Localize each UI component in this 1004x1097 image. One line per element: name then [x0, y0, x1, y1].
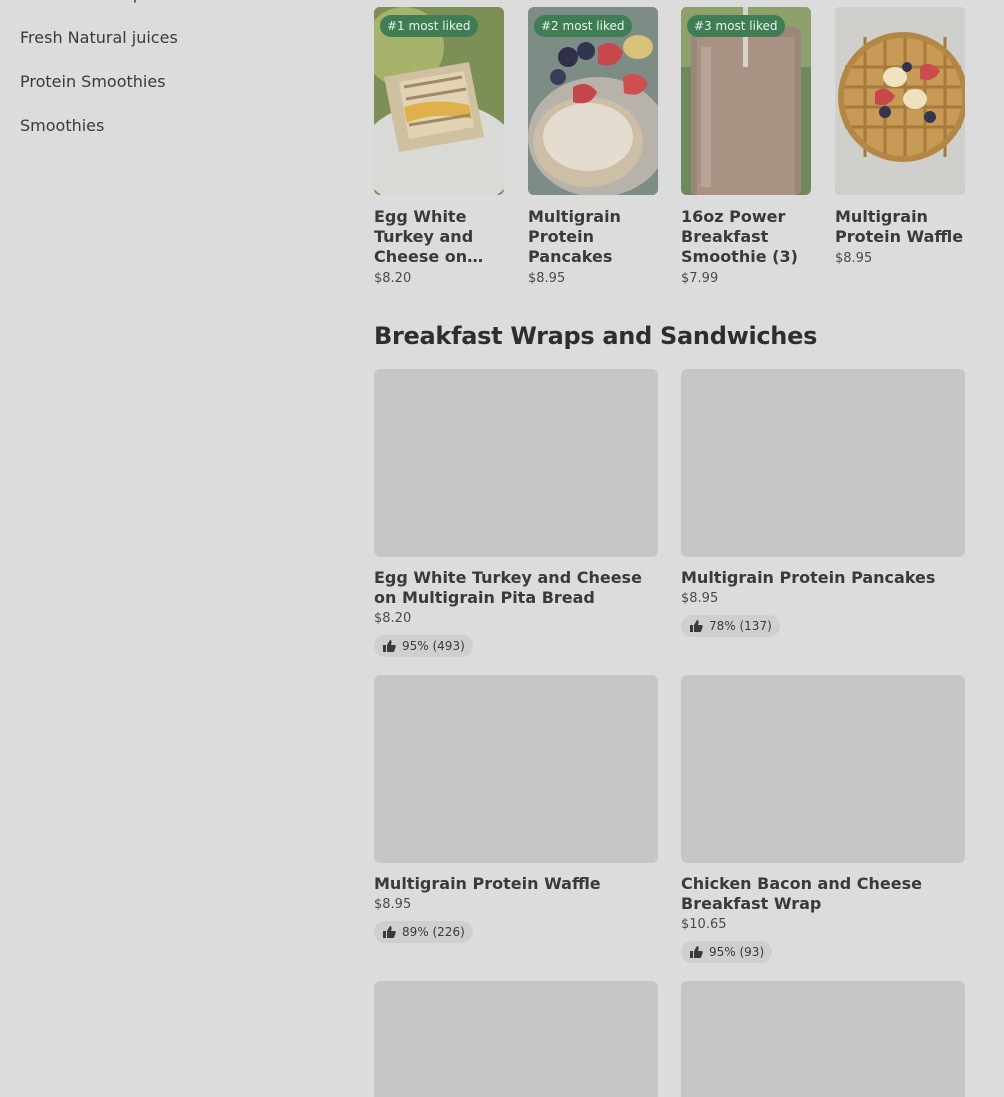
- rating-badge: 89% (226): [374, 921, 473, 943]
- item-photo: [835, 7, 965, 195]
- item-price: $8.20: [374, 271, 412, 286]
- item-name: Multigrain Protein Pancakes: [681, 568, 936, 587]
- menu-item-card[interactable]: Multigrain Protein Waffle $8.95 89% (226…: [374, 675, 658, 943]
- item-price: $10.65: [681, 917, 727, 932]
- menu-item-card[interactable]: Multigrain Protein Pancakes $8.95 78% (1…: [681, 369, 965, 637]
- rating-badge: 95% (493): [374, 635, 473, 657]
- rating-text: 95% (493): [402, 639, 465, 653]
- thumbs-up-icon: [383, 640, 396, 652]
- waffle-photo: [835, 7, 965, 195]
- most-liked-badge: #1 most liked: [380, 15, 478, 37]
- item-name: 16oz Power Breakfast Smoothie (3): [681, 207, 798, 266]
- category-sidebar: Breakfast Wraps and Sandwiches Fresh Nat…: [20, 0, 340, 160]
- item-price: $7.99: [681, 271, 719, 286]
- rating-text: 89% (226): [402, 925, 465, 939]
- item-name: Multigrain Protein Waffle: [374, 874, 601, 893]
- menu-item-card[interactable]: [681, 981, 965, 1097]
- thumbs-up-icon: [690, 946, 703, 958]
- item-photo: #1 most liked: [374, 7, 504, 195]
- item-price: $8.95: [528, 271, 566, 286]
- item-name: Multigrain Protein Waffle: [835, 207, 964, 246]
- sidebar-item-protein-smoothies[interactable]: Protein Smoothies: [20, 72, 340, 116]
- popular-item-card[interactable]: Multigrain Protein Waffle $8.95: [835, 7, 965, 267]
- popular-item-card[interactable]: #1 most liked Egg White Turkey and Chees…: [374, 7, 504, 287]
- popular-item-card[interactable]: #2 most liked Multigrain Protein Pancake…: [528, 7, 658, 287]
- most-liked-badge: #3 most liked: [687, 15, 785, 37]
- popular-item-card[interactable]: #3 most liked 16oz Power Breakfast Smoot…: [681, 7, 811, 287]
- item-price: $8.95: [835, 251, 873, 266]
- menu-item-card[interactable]: Egg White Turkey and Cheese on Multigrai…: [374, 369, 658, 657]
- item-name: Chicken Bacon and Cheese Breakfast Wrap: [681, 874, 922, 913]
- sidebar-item-breakfast-wraps[interactable]: Breakfast Wraps and Sandwiches: [20, 0, 340, 28]
- rating-badge: 78% (137): [681, 615, 780, 637]
- rating-badge: 95% (93): [681, 941, 773, 963]
- item-price: $8.95: [374, 897, 412, 912]
- section-heading: Breakfast Wraps and Sandwiches: [374, 322, 818, 350]
- rating-text: 78% (137): [709, 619, 772, 633]
- item-photo: #2 most liked: [528, 7, 658, 195]
- item-name: Egg White Turkey and Cheese on Multigrai…: [374, 207, 474, 266]
- item-image-placeholder: [374, 981, 658, 1097]
- item-image-placeholder: [681, 369, 965, 557]
- menu-item-card[interactable]: [374, 981, 658, 1097]
- thumbs-up-icon: [383, 926, 396, 938]
- item-image-placeholder: [681, 981, 965, 1097]
- most-liked-badge: #2 most liked: [534, 15, 632, 37]
- item-name: Egg White Turkey and Cheese on Multigrai…: [374, 568, 642, 607]
- item-image-placeholder: [374, 369, 658, 557]
- thumbs-up-icon: [690, 620, 703, 632]
- item-photo: #3 most liked: [681, 7, 811, 195]
- rating-text: 95% (93): [709, 945, 765, 959]
- item-price: $8.95: [681, 591, 719, 606]
- item-image-placeholder: [681, 675, 965, 863]
- menu-item-card[interactable]: Chicken Bacon and Cheese Breakfast Wrap …: [681, 675, 965, 963]
- item-name: Multigrain Protein Pancakes: [528, 207, 621, 266]
- item-image-placeholder: [374, 675, 658, 863]
- sidebar-item-fresh-juices[interactable]: Fresh Natural juices: [20, 28, 340, 72]
- sidebar-item-smoothies[interactable]: Smoothies: [20, 116, 340, 160]
- item-price: $8.20: [374, 611, 412, 626]
- popular-items-carousel: #1 most liked Egg White Turkey and Chees…: [374, 7, 974, 297]
